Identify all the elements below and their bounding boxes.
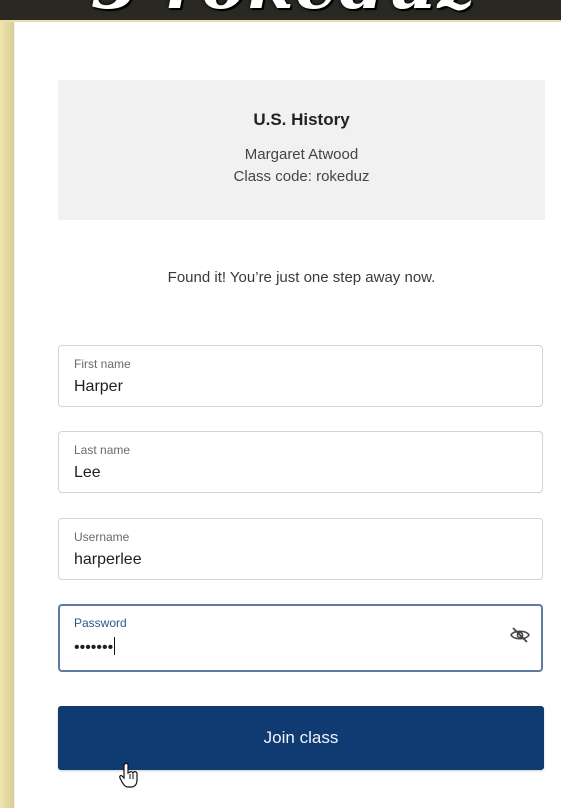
- hand-cursor-icon: [119, 762, 138, 788]
- password-label: Password: [74, 616, 127, 630]
- password-field[interactable]: Password •••••••: [58, 604, 543, 672]
- password-dots: •••••••: [74, 639, 114, 656]
- username-label: Username: [74, 530, 130, 544]
- overlay-heading: 3 rokeduz: [92, 0, 477, 18]
- join-class-button[interactable]: Join class: [58, 706, 544, 770]
- username-field[interactable]: Username harperlee: [58, 518, 543, 580]
- last-name-field[interactable]: Last name Lee: [58, 431, 543, 493]
- first-name-label: First name: [74, 357, 131, 371]
- first-name-field[interactable]: First name Harper: [58, 345, 543, 407]
- last-name-value[interactable]: Lee: [74, 464, 101, 482]
- username-value[interactable]: harperlee: [74, 551, 142, 569]
- screen: 3 rokeduz U.S. History Margaret Atwood C…: [0, 0, 561, 808]
- text-caret: [114, 637, 116, 655]
- password-value[interactable]: •••••••: [74, 637, 116, 657]
- join-class-panel: U.S. History Margaret Atwood Class code:…: [14, 22, 561, 808]
- first-name-value[interactable]: Harper: [74, 378, 123, 396]
- background-frame: [0, 22, 15, 808]
- last-name-label: Last name: [74, 443, 131, 457]
- class-title: U.S. History: [253, 110, 350, 129]
- join-class-label: Join class: [263, 728, 339, 747]
- class-info-card: U.S. History Margaret Atwood Class code:…: [58, 80, 545, 220]
- teacher-name: Margaret Atwood: [244, 146, 359, 163]
- eye-slash-icon[interactable]: [509, 626, 531, 644]
- found-message: Found it! You’re just one step away now.: [167, 269, 436, 286]
- class-code: Class code: rokeduz: [233, 168, 370, 185]
